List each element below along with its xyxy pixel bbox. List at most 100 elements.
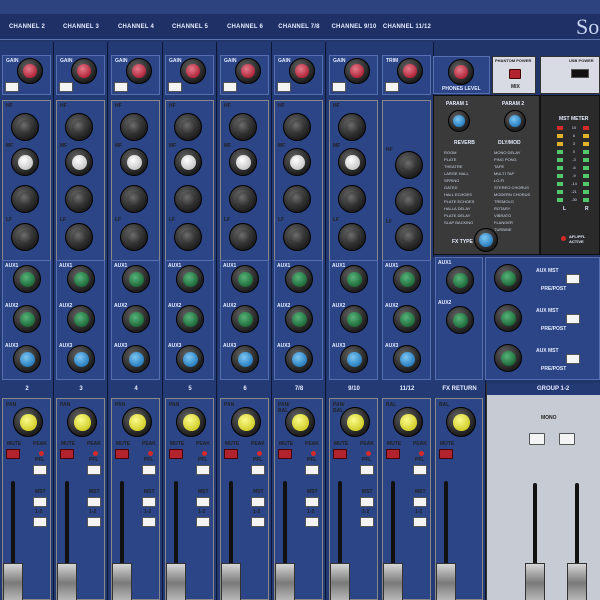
mf-freq-knob-2[interactable] bbox=[120, 148, 148, 176]
aux2-knob-7[interactable] bbox=[393, 305, 421, 333]
channel-fader-5[interactable] bbox=[275, 563, 295, 600]
pre-post-button-1[interactable] bbox=[566, 274, 580, 284]
fx-return-fader[interactable] bbox=[436, 563, 456, 600]
aux-master-knob-2[interactable] bbox=[494, 304, 522, 332]
pan-knob-5[interactable] bbox=[285, 407, 315, 437]
channel-fader-3[interactable] bbox=[166, 563, 186, 600]
aux2-knob-2[interactable] bbox=[122, 305, 150, 333]
input-button-1[interactable] bbox=[59, 82, 73, 92]
lf-knob-7[interactable] bbox=[395, 223, 423, 251]
group-mono-button-right[interactable] bbox=[559, 433, 575, 445]
hf-knob-7[interactable] bbox=[395, 151, 423, 179]
channel-fader-1[interactable] bbox=[57, 563, 77, 600]
gain-knob-6[interactable] bbox=[344, 58, 370, 84]
hf-knob-2[interactable] bbox=[120, 113, 148, 141]
aux1-knob-6[interactable] bbox=[340, 265, 368, 293]
lf-knob-1[interactable] bbox=[65, 223, 93, 251]
bus12-button-3[interactable] bbox=[196, 517, 210, 527]
input-button-3[interactable] bbox=[168, 82, 182, 92]
pfl-button-5[interactable] bbox=[305, 465, 319, 475]
aux2-knob-0[interactable] bbox=[13, 305, 41, 333]
gain-knob-1[interactable] bbox=[71, 58, 97, 84]
fx-aux1-knob[interactable] bbox=[446, 266, 474, 294]
hf-knob-4[interactable] bbox=[229, 113, 257, 141]
channel-fader-0[interactable] bbox=[3, 563, 23, 600]
gain-knob-2[interactable] bbox=[126, 58, 152, 84]
aux3-knob-2[interactable] bbox=[122, 345, 150, 373]
bus12-button-0[interactable] bbox=[33, 517, 47, 527]
pan-knob-2[interactable] bbox=[122, 407, 152, 437]
pan-knob-0[interactable] bbox=[13, 407, 43, 437]
input-button-2[interactable] bbox=[114, 82, 128, 92]
mf-knob-0[interactable] bbox=[11, 185, 39, 213]
gain-knob-3[interactable] bbox=[180, 58, 206, 84]
mute-button-4[interactable] bbox=[224, 449, 238, 459]
pan-knob-6[interactable] bbox=[340, 407, 370, 437]
lf-knob-6[interactable] bbox=[338, 223, 366, 251]
hf-knob-6[interactable] bbox=[338, 113, 366, 141]
lf-knob-3[interactable] bbox=[174, 223, 202, 251]
mf-knob-2[interactable] bbox=[120, 185, 148, 213]
lf-knob-0[interactable] bbox=[11, 223, 39, 251]
aux1-knob-7[interactable] bbox=[393, 265, 421, 293]
channel-fader-7[interactable] bbox=[383, 563, 403, 600]
input-button-0[interactable] bbox=[5, 82, 19, 92]
mute-button-3[interactable] bbox=[169, 449, 183, 459]
aux1-knob-4[interactable] bbox=[231, 265, 259, 293]
group-fader-left[interactable] bbox=[525, 563, 545, 600]
group-fader-right[interactable] bbox=[567, 563, 587, 600]
aux1-knob-3[interactable] bbox=[176, 265, 204, 293]
bus12-button-6[interactable] bbox=[360, 517, 374, 527]
pfl-button-3[interactable] bbox=[196, 465, 210, 475]
aux1-knob-1[interactable] bbox=[67, 265, 95, 293]
aux3-knob-4[interactable] bbox=[231, 345, 259, 373]
aux1-knob-0[interactable] bbox=[13, 265, 41, 293]
mute-button-1[interactable] bbox=[60, 449, 74, 459]
phones-level-knob[interactable] bbox=[448, 59, 474, 85]
phantom-power-button[interactable] bbox=[509, 69, 521, 79]
aux1-knob-2[interactable] bbox=[122, 265, 150, 293]
channel-fader-6[interactable] bbox=[330, 563, 350, 600]
pan-knob-3[interactable] bbox=[176, 407, 206, 437]
pfl-button-1[interactable] bbox=[87, 465, 101, 475]
aux3-knob-3[interactable] bbox=[176, 345, 204, 373]
mst-button-4[interactable] bbox=[251, 497, 265, 507]
bus12-button-7[interactable] bbox=[413, 517, 427, 527]
aux1-knob-5[interactable] bbox=[285, 265, 313, 293]
aux3-knob-6[interactable] bbox=[340, 345, 368, 373]
trim-knob-7[interactable] bbox=[397, 58, 423, 84]
mst-button-7[interactable] bbox=[413, 497, 427, 507]
group-mono-button-left[interactable] bbox=[529, 433, 545, 445]
aux3-knob-0[interactable] bbox=[13, 345, 41, 373]
param2-knob[interactable] bbox=[504, 110, 526, 132]
pre-post-button-2[interactable] bbox=[566, 314, 580, 324]
mst-button-0[interactable] bbox=[33, 497, 47, 507]
mf-knob-4[interactable] bbox=[229, 185, 257, 213]
fx-aux2-knob[interactable] bbox=[446, 306, 474, 334]
lf-knob-5[interactable] bbox=[283, 223, 311, 251]
aux2-knob-5[interactable] bbox=[285, 305, 313, 333]
fx-mute-button[interactable] bbox=[439, 449, 453, 459]
pan-knob-1[interactable] bbox=[67, 407, 97, 437]
input-button-4[interactable] bbox=[223, 82, 237, 92]
mf-knob-3[interactable] bbox=[174, 185, 202, 213]
mute-button-7[interactable] bbox=[386, 449, 400, 459]
mf-knob-5[interactable] bbox=[283, 185, 311, 213]
mst-button-5[interactable] bbox=[305, 497, 319, 507]
pan-knob-7[interactable] bbox=[393, 407, 423, 437]
hf-knob-5[interactable] bbox=[283, 113, 311, 141]
pan-knob-4[interactable] bbox=[231, 407, 261, 437]
channel-fader-2[interactable] bbox=[112, 563, 132, 600]
lf-knob-2[interactable] bbox=[120, 223, 148, 251]
aux-master-knob-1[interactable] bbox=[494, 264, 522, 292]
pfl-button-7[interactable] bbox=[413, 465, 427, 475]
mf-freq-knob-3[interactable] bbox=[174, 148, 202, 176]
hf-knob-0[interactable] bbox=[11, 113, 39, 141]
aux2-knob-4[interactable] bbox=[231, 305, 259, 333]
pfl-button-4[interactable] bbox=[251, 465, 265, 475]
mf-knob-6[interactable] bbox=[338, 185, 366, 213]
input-button-5[interactable] bbox=[277, 82, 291, 92]
hf-knob-3[interactable] bbox=[174, 113, 202, 141]
mst-button-6[interactable] bbox=[360, 497, 374, 507]
fx-bal-knob[interactable] bbox=[446, 407, 476, 437]
